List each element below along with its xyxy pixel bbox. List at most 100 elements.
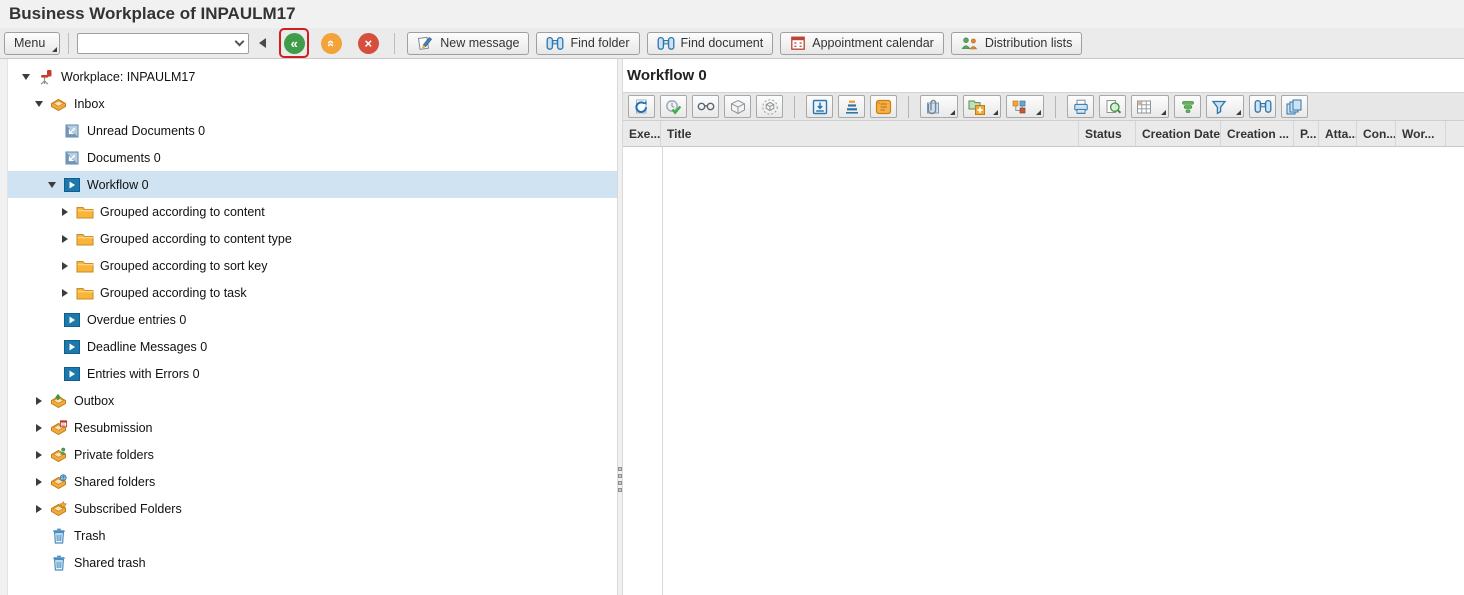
filter-icon [1211, 99, 1227, 115]
tree-item[interactable]: Subscribed Folders [8, 495, 617, 522]
command-combobox[interactable] [77, 32, 250, 54]
chevron-right-icon[interactable] [31, 423, 46, 432]
column-header[interactable]: Title [661, 121, 1079, 146]
column-header[interactable]: Atta... [1319, 121, 1357, 146]
chevron-down-icon[interactable] [18, 73, 33, 80]
tree-item[interactable]: Inbox [8, 90, 617, 117]
log-button[interactable] [870, 95, 897, 118]
tree-item[interactable]: Deadline Messages 0 [8, 333, 617, 360]
menu-button[interactable]: Menu [4, 31, 61, 55]
tree-item[interactable]: Shared trash [8, 549, 617, 576]
chevron-right-icon[interactable] [57, 261, 72, 270]
tree-item-icon-wrap [62, 123, 81, 139]
tree-item[interactable]: Outbox [8, 387, 617, 414]
tree-item[interactable]: Workplace: INPAULM17 [8, 63, 617, 90]
collapse-left-icon[interactable] [259, 38, 267, 48]
column-header[interactable]: Wor... [1396, 121, 1446, 146]
inbox-icon [49, 96, 68, 111]
preview-button[interactable] [1099, 95, 1126, 118]
cube-button[interactable] [724, 95, 751, 118]
panel-title: Workflow 0 [627, 67, 707, 84]
tree-item[interactable]: Grouped according to content type [8, 225, 617, 252]
forward-button[interactable] [806, 95, 833, 118]
chevron-right-icon[interactable] [57, 288, 72, 297]
attach-icon [925, 99, 941, 115]
create-button[interactable] [963, 95, 1001, 118]
binoculars-button[interactable] [1249, 95, 1276, 118]
document-icon [64, 150, 80, 166]
blocks-button[interactable] [1006, 95, 1044, 118]
toolbar-separator [908, 95, 909, 118]
nav-buttons: « « × [279, 28, 380, 58]
sort-button[interactable] [1174, 95, 1201, 118]
appointment-calendar-button[interactable]: Appointment calendar [780, 31, 944, 55]
glasses-button[interactable] [692, 95, 719, 118]
find-folder-button[interactable]: Find folder [536, 31, 640, 55]
table-view-icon [1136, 99, 1152, 115]
priority-button[interactable] [838, 95, 865, 118]
tree-item-label: Entries with Errors 0 [87, 366, 200, 381]
tree-item-label: Trash [74, 528, 106, 543]
tree-item[interactable]: Overdue entries 0 [8, 306, 617, 333]
tree-item-icon-wrap [49, 501, 68, 516]
tree-item[interactable]: Entries with Errors 0 [8, 360, 617, 387]
cancel-button[interactable]: × [356, 31, 380, 55]
tree-item-label: Shared folders [74, 474, 156, 489]
folder-icon [76, 232, 94, 246]
distribution-lists-button[interactable]: Distribution lists [950, 31, 1083, 55]
chevron-right-icon[interactable] [31, 396, 46, 405]
tree-item[interactable]: Workflow 0 [8, 171, 617, 198]
app-toolbar: Menu « « × New message Find folder Find docu… [0, 28, 1464, 59]
chevron-down-icon[interactable] [44, 181, 59, 188]
column-header[interactable]: Status [1079, 121, 1136, 146]
refresh-button[interactable] [628, 95, 655, 118]
chevron-down-icon[interactable] [31, 100, 46, 107]
chevron-right-icon[interactable] [31, 477, 46, 486]
cancel-glyph: × [364, 35, 373, 51]
execute-button[interactable] [660, 95, 687, 118]
tree-item[interactable]: Shared folders [8, 468, 617, 495]
tree-item[interactable]: Documents 0 [8, 144, 617, 171]
tree-item[interactable]: Private folders [8, 441, 617, 468]
exit-glyph: « [323, 39, 339, 47]
lead-column-divider [662, 147, 663, 595]
tree-item-icon-wrap [49, 528, 68, 544]
find-document-button[interactable]: Find document [646, 31, 774, 55]
cube-dotted-button[interactable] [756, 95, 783, 118]
chevron-right-icon[interactable] [31, 450, 46, 459]
chevron-right-icon[interactable] [57, 207, 72, 216]
tree-item-label: Workplace: INPAULM17 [61, 69, 196, 84]
chevron-down-icon[interactable] [230, 34, 248, 53]
filter-button[interactable] [1206, 95, 1244, 118]
tree-item[interactable]: Grouped according to task [8, 279, 617, 306]
chevron-right-icon[interactable] [57, 234, 72, 243]
column-header[interactable]: Creation ... [1221, 121, 1294, 146]
tree-item-label: Workflow 0 [87, 177, 149, 192]
print-button[interactable] [1067, 95, 1094, 118]
print-icon [1073, 99, 1089, 115]
attach-button[interactable] [920, 95, 958, 118]
tree-item[interactable]: Grouped according to sort key [8, 252, 617, 279]
column-header[interactable]: Exe... [623, 121, 661, 146]
table-view-button[interactable] [1131, 95, 1169, 118]
trash-icon [52, 555, 66, 571]
command-input[interactable] [78, 34, 231, 52]
tree-item-icon-wrap [75, 205, 94, 219]
splitter-grip-icon[interactable] [618, 467, 622, 492]
tree-item-icon-wrap [49, 96, 68, 111]
new-message-button[interactable]: New message [407, 31, 530, 55]
column-header[interactable]: Creation Date [1136, 121, 1221, 146]
tree-item[interactable]: Resubmission [8, 414, 617, 441]
tree-item[interactable]: Trash [8, 522, 617, 549]
tree-item[interactable]: Unread Documents 0 [8, 117, 617, 144]
tree-item[interactable]: Grouped according to content [8, 198, 617, 225]
back-button[interactable]: « [279, 28, 310, 58]
blocks-icon [1011, 99, 1027, 115]
column-header[interactable]: P... [1294, 121, 1319, 146]
chevron-right-icon[interactable] [31, 504, 46, 513]
layers-button[interactable] [1281, 95, 1308, 118]
column-header[interactable]: Con... [1357, 121, 1396, 146]
exit-button[interactable]: « [319, 31, 343, 55]
tree-item-icon-wrap [62, 177, 81, 193]
document-icon [64, 123, 80, 139]
